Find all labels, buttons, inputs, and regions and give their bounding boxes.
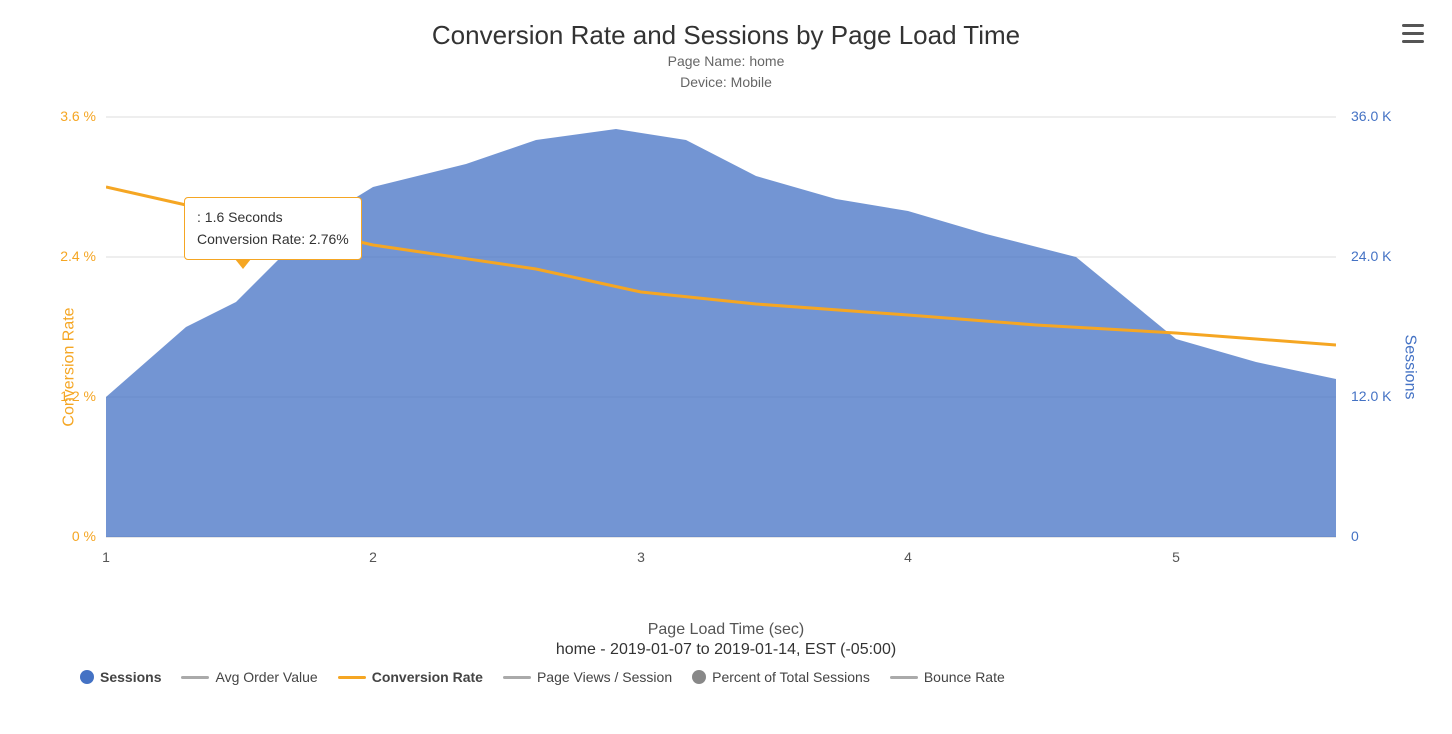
chart-subtitle: Page Name: home Device: Mobile [20,51,1432,93]
svg-text:2: 2 [369,549,377,565]
legend-page-views-line [503,676,531,679]
svg-text:3.6 %: 3.6 % [60,108,96,124]
legend-avg-order-value-label: Avg Order Value [215,669,317,685]
chart-plot-area: : 1.6 Seconds Conversion Rate: 2.76% 0 %… [36,97,1416,617]
menu-icon[interactable] [1402,24,1424,43]
svg-text:1.2 %: 1.2 % [60,388,96,404]
legend-page-views-label: Page Views / Session [537,669,672,685]
legend-avg-order-value-line [181,676,209,679]
svg-text:5: 5 [1172,549,1180,565]
chart-title: Conversion Rate and Sessions by Page Loa… [20,20,1432,51]
legend-sessions[interactable]: Sessions [80,669,161,685]
svg-text:24.0 K: 24.0 K [1351,248,1392,264]
legend-bounce-rate-label: Bounce Rate [924,669,1005,685]
legend-sessions-dot [80,670,94,684]
svg-text:4: 4 [904,549,912,565]
legend-bounce-rate-line [890,676,918,679]
legend-avg-order-value[interactable]: Avg Order Value [181,669,317,685]
svg-text:3: 3 [637,549,645,565]
legend-conversion-rate-line [338,676,366,679]
subtitle-line1: Page Name: home [668,53,785,69]
chart-legend: Sessions Avg Order Value Conversion Rate… [20,659,1432,695]
svg-text:1: 1 [102,549,110,565]
legend-page-views[interactable]: Page Views / Session [503,669,672,685]
svg-text:0: 0 [1351,528,1359,544]
svg-text:12.0 K: 12.0 K [1351,388,1392,404]
legend-sessions-label: Sessions [100,669,161,685]
legend-conversion-rate[interactable]: Conversion Rate [338,669,483,685]
legend-conversion-rate-label: Conversion Rate [372,669,483,685]
subtitle-line2: Device: Mobile [680,74,772,90]
chart-header: Conversion Rate and Sessions by Page Loa… [20,20,1432,93]
legend-percent-total-sessions-label: Percent of Total Sessions [712,669,870,685]
x-axis-label: Page Load Time (sec) [20,621,1432,639]
svg-text:36.0 K: 36.0 K [1351,108,1392,124]
chart-svg: 0 % 1.2 % 2.4 % 3.6 % 0 12.0 K 24.0 K 36… [36,97,1416,617]
svg-text:2.4 %: 2.4 % [60,248,96,264]
legend-percent-total-sessions-dot [692,670,706,684]
legend-percent-total-sessions[interactable]: Percent of Total Sessions [692,669,870,685]
chart-container: Conversion Rate and Sessions by Page Loa… [0,0,1452,734]
svg-text:0 %: 0 % [72,528,96,544]
date-range-label: home - 2019-01-07 to 2019-01-14, EST (-0… [20,641,1432,659]
legend-bounce-rate[interactable]: Bounce Rate [890,669,1005,685]
